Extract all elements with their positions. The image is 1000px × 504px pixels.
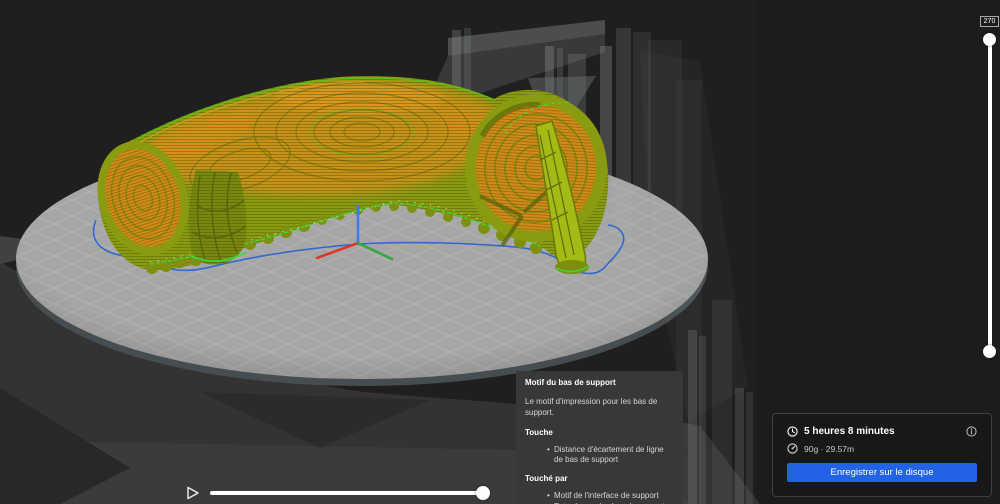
layer-slider-lower-handle[interactable] xyxy=(983,345,996,358)
play-icon xyxy=(185,485,201,501)
tooltip-description: Le motif d'impression pour les bas de su… xyxy=(525,397,674,418)
slicer-preview-screen: Motif du bas de support Le motif d'impre… xyxy=(0,0,1000,504)
material-estimate: 90g · 29.57m xyxy=(804,444,854,454)
save-to-disk-button[interactable]: Enregistrer sur le disque xyxy=(787,463,977,482)
tree-support-left xyxy=(189,170,247,265)
print-job-panel: 5 heures 8 minutes 90g · 29.57m Enregist… xyxy=(772,413,992,497)
preview-info-icon[interactable] xyxy=(966,426,977,437)
material-usage-icon xyxy=(787,443,798,454)
clock-icon xyxy=(787,426,798,437)
layer-number-indicator: 270 xyxy=(980,16,999,27)
setting-tooltip: Motif du bas de support Le motif d'impre… xyxy=(516,371,683,504)
layer-slider-upper-handle[interactable] xyxy=(983,33,996,46)
tooltip-affects-list: Distance d'écartement de ligne de bas de… xyxy=(525,445,674,466)
tooltip-title: Motif du bas de support xyxy=(525,378,674,388)
simulation-play-button[interactable] xyxy=(185,485,201,501)
tooltip-affected-by-label: Touché par xyxy=(525,474,674,484)
tooltip-affected-by-item: Motif de l'interface de support xyxy=(554,491,674,501)
print-time-estimate: 5 heures 8 minutes xyxy=(804,426,895,437)
simulation-slider-handle[interactable] xyxy=(476,486,490,500)
tooltip-affects-label: Touche xyxy=(525,428,674,438)
tooltip-affected-by-list: Motif de l'interface de support Extrudeu… xyxy=(525,491,674,504)
tooltip-affects-item: Distance d'écartement de ligne de bas de… xyxy=(554,445,674,466)
simulation-slider-track[interactable] xyxy=(210,491,487,495)
layer-slider-track[interactable] xyxy=(988,39,992,352)
